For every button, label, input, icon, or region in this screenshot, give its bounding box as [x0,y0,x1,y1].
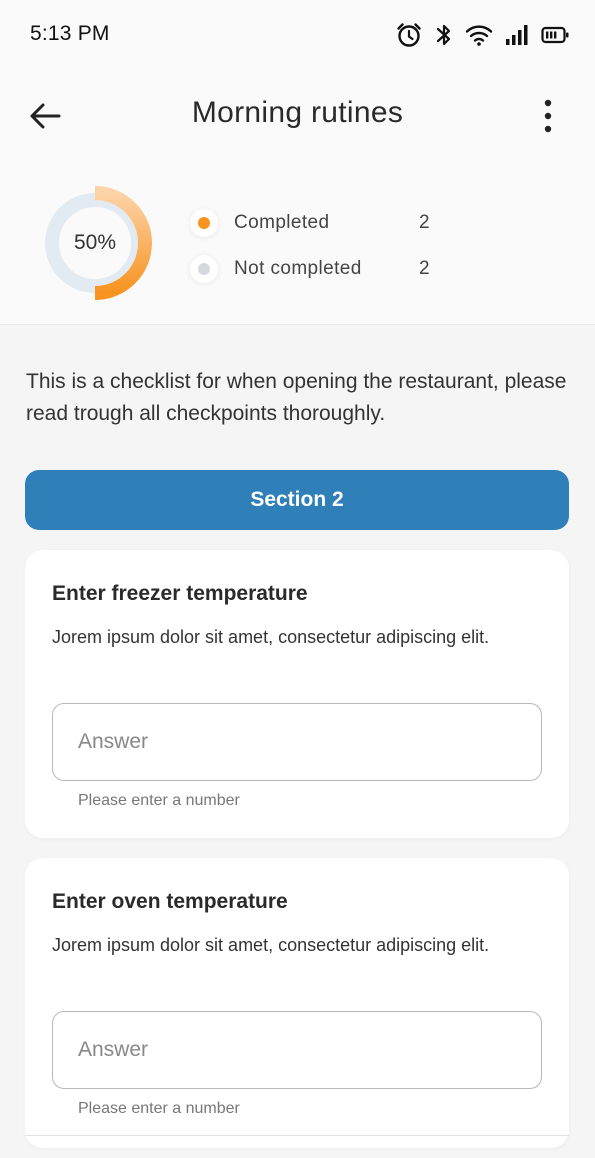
progress-legend: Completed 2 Not completed 2 [190,200,450,292]
signal-icon [506,25,528,45]
checkpoint-title: Enter oven temperature [52,890,288,913]
checklist-description: This is a checklist for when opening the… [26,370,567,425]
answer-input[interactable] [52,1011,542,1089]
legend-count: 2 [419,258,430,279]
not-completed-dot [198,263,210,275]
battery-icon [541,26,569,44]
legend-label: Completed [234,212,330,233]
status-time: 5:13 PM [30,22,110,45]
helper-text: Please enter a number [78,1100,240,1117]
more-options-button[interactable] [527,95,569,137]
wifi-icon [465,25,493,46]
more-vertical-icon [544,99,552,133]
status-bar: 5:13 PM [0,0,595,70]
legend-count: 2 [419,212,430,233]
legend-label: Not completed [234,258,362,279]
divider [25,1135,569,1136]
checkpoint-description: Jorem ipsum dolor sit amet, consectetur … [52,627,490,647]
legend-item-not-completed: Not completed 2 [190,246,450,292]
progress-percent: 50% [73,231,117,254]
checkpoint-card: Enter freezer temperature Jorem ipsum do… [25,550,569,838]
helper-text: Please enter a number [78,792,240,809]
legend-item-completed: Completed 2 [190,200,450,246]
bluetooth-icon [436,24,451,46]
answer-input[interactable] [52,703,542,781]
completed-dot [198,217,210,229]
section-button[interactable]: Section 2 [25,470,569,530]
checkpoint-title: Enter freezer temperature [52,582,308,605]
checkpoint-description: Jorem ipsum dolor sit amet, consectetur … [52,935,490,955]
alarm-icon [397,23,421,47]
checkpoint-card: Enter oven temperature Jorem ipsum dolor… [25,858,569,1148]
status-icons [395,20,569,50]
page-title: Morning rutines [191,96,404,129]
